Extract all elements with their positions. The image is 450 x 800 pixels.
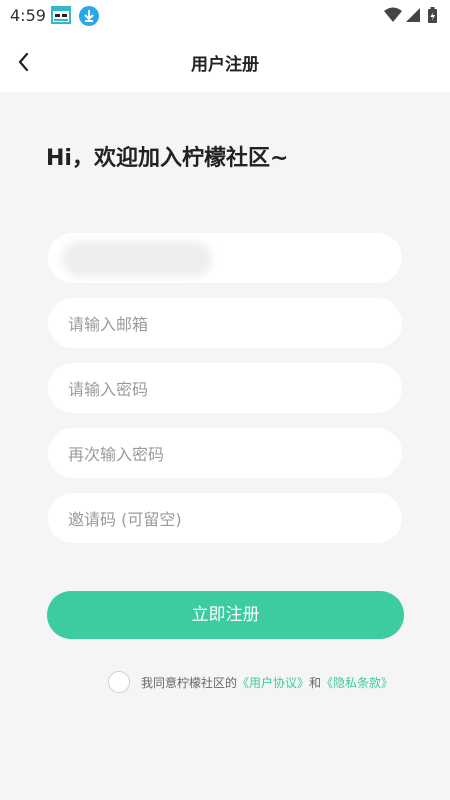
agreement-prefix: 我同意柠檬社区的 (141, 676, 238, 690)
welcome-heading: Hi，欢迎加入柠檬社区~ (46, 146, 289, 171)
password-field[interactable] (48, 363, 402, 415)
agree-checkbox[interactable] (108, 671, 130, 693)
app-notification-icon (51, 6, 71, 24)
email-input[interactable] (66, 298, 388, 350)
register-button[interactable]: 立即注册 (47, 591, 404, 639)
status-bar: 4:59 (0, 0, 450, 32)
privacy-policy-link[interactable]: 《隐私条款》 (321, 676, 393, 690)
download-icon (79, 6, 99, 26)
agreement-text: 我同意柠檬社区的《用户协议》和《隐私条款》 (141, 674, 393, 691)
agreement-and: 和 (309, 676, 322, 690)
email-field[interactable] (48, 298, 402, 350)
page-title: 用户注册 (191, 55, 259, 75)
app-header: 用户注册 (0, 32, 450, 92)
wifi-icon (384, 7, 402, 22)
system-status-icons (384, 7, 437, 23)
invite-code-field[interactable] (48, 493, 402, 545)
confirm-password-input[interactable] (66, 428, 388, 480)
signal-icon (406, 8, 420, 22)
blurred-content (62, 241, 212, 277)
password-input[interactable] (66, 363, 388, 415)
confirm-password-field[interactable] (48, 428, 402, 480)
status-time: 4:59 (10, 6, 46, 25)
agreement-row: 我同意柠檬社区的《用户协议》和《隐私条款》 (108, 670, 428, 696)
user-agreement-link[interactable]: 《用户协议》 (237, 676, 309, 690)
username-field[interactable] (48, 233, 402, 285)
invite-code-input[interactable] (66, 493, 388, 545)
